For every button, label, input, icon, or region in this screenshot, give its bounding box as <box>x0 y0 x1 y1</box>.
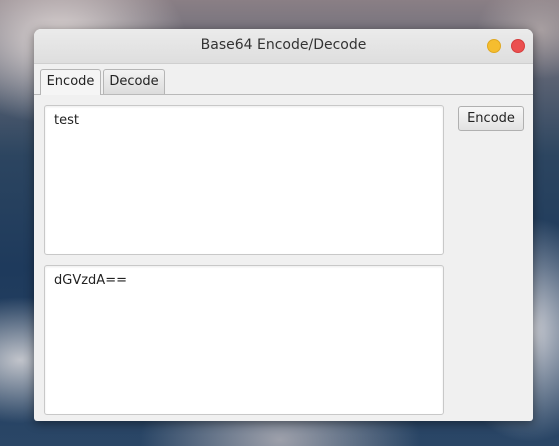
tab-decode[interactable]: Decode <box>103 69 165 94</box>
minimize-button[interactable] <box>487 39 501 53</box>
encode-button[interactable]: Encode <box>458 106 524 131</box>
close-button[interactable] <box>511 39 525 53</box>
tab-encode[interactable]: Encode <box>40 69 101 95</box>
title-bar[interactable]: Base64 Encode/Decode <box>34 29 533 64</box>
input-textarea[interactable]: test <box>44 105 444 255</box>
app-window: Base64 Encode/Decode Encode Decode test … <box>34 29 533 421</box>
tab-bar: Encode Decode <box>34 64 533 95</box>
output-textarea[interactable]: dGVzdA== <box>44 265 444 415</box>
window-title: Base64 Encode/Decode <box>200 37 367 53</box>
